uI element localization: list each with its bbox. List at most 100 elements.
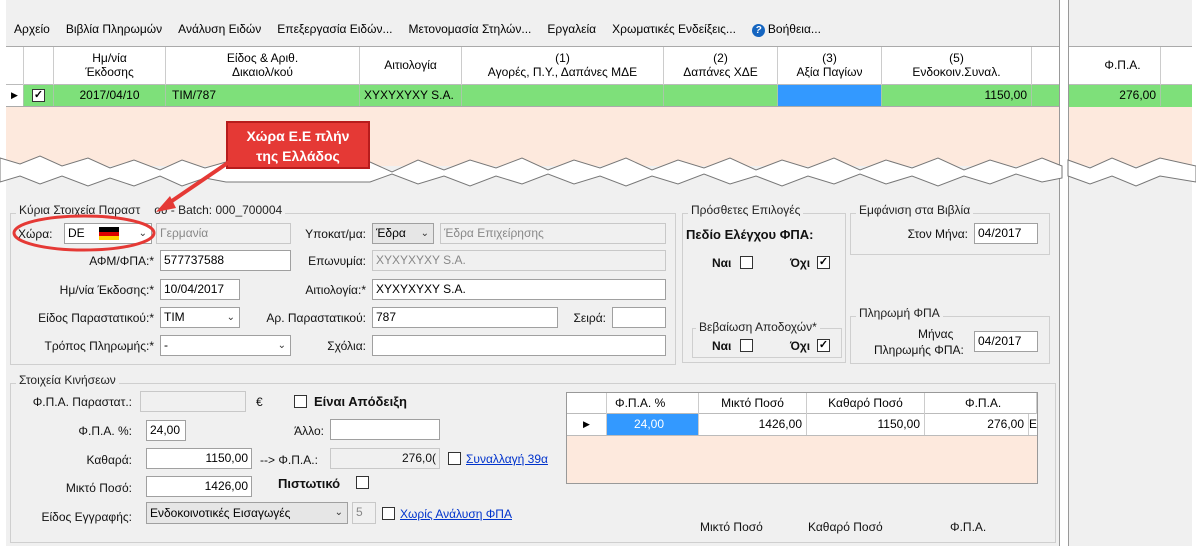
income-no-label: Όχι [790, 339, 811, 353]
vat-check-yes-checkbox[interactable] [740, 256, 753, 269]
credit-checkbox[interactable] [356, 476, 369, 489]
torn-edge-divider [0, 155, 1196, 187]
vat-row-pct[interactable]: 24,00 [607, 414, 699, 435]
grid-header-intracommunity[interactable]: (5) Ενδοκοιν.Συναλ. [882, 47, 1032, 85]
grid-header-expenses[interactable]: (2) Δαπάνες ΧΔΕ [664, 47, 778, 85]
country-name-field: Γερμανία [156, 223, 291, 244]
country-select[interactable]: DE ⌄ [64, 223, 152, 244]
entry-number-field: 5 [352, 502, 376, 524]
arrow-vat-label: --> Φ.Π.Α.: [260, 453, 318, 467]
grid-header-purchases[interactable]: (1) Αγορές, Π.Υ., Δαπάνες ΜΔΕ [462, 47, 664, 85]
grid-header-assets[interactable]: (3) Αξία Παγίων [778, 47, 882, 85]
menu-help[interactable]: ? Βοήθεια... [744, 22, 829, 37]
menu-edit-items[interactable]: Επεξεργασία Ειδών... [269, 22, 400, 36]
entry-type-select[interactable]: Ενδοκοινοτικές Εισαγωγές ⌄ [146, 502, 348, 524]
menu-bar: Αρχείο Βιβλία Πληρωμών Ανάλυση Ειδών Επε… [6, 18, 1059, 40]
name-label: Επωνυμία: [308, 254, 366, 268]
afm-label: ΑΦΜ/ΦΠΑ:* [89, 254, 154, 268]
payment-label: Τρόπος Πληρωμής:* [44, 339, 154, 353]
vat-row-net[interactable]: 1150,00 [807, 414, 925, 435]
vat-table-header-gross[interactable]: Μικτό Ποσό [699, 393, 807, 414]
chevron-down-icon: ⌄ [138, 228, 147, 239]
menu-rename-columns[interactable]: Μετονομασία Στηλών... [400, 22, 539, 36]
vat-footer-vat: Φ.Π.Α. [950, 520, 987, 534]
grid-header-reason[interactable]: Αιτιολογία [360, 47, 462, 85]
grid-header-doc[interactable]: Είδος & Αριθ. Δικαιολ/κού [166, 47, 360, 85]
net-field[interactable]: 1150,00 [146, 448, 252, 469]
right-row-vat[interactable]: 276,00 [1085, 85, 1161, 106]
comments-label: Σχόλια: [327, 339, 366, 353]
no-analysis-link[interactable]: Χωρίς Ανάλυση ΦΠΑ [400, 507, 512, 521]
row-checkbox[interactable]: ✓ [32, 89, 45, 102]
vat-pct-field[interactable]: 24,00 [146, 420, 186, 441]
row-select-cell[interactable]: ✓ [24, 85, 54, 106]
vat-table-header-net[interactable]: Καθαρό Ποσό [807, 393, 925, 414]
table-row[interactable]: ▶ ✓ 2017/04/10 TIM/787 XYXYXYXY S.A. 115… [6, 85, 1059, 107]
table-row[interactable]: 276,00 [1069, 85, 1192, 107]
row-intracommunity[interactable]: 1150,00 [882, 85, 1032, 106]
series-label: Σειρά: [573, 311, 606, 325]
other-label: Άλλο: [294, 424, 324, 438]
chevron-down-icon: ⌄ [420, 228, 429, 239]
other-field[interactable] [330, 419, 440, 440]
issue-date-label: Ημ/νία Έκδοσης:* [59, 283, 154, 297]
right-grid-header-vat[interactable]: Φ.Π.Α. [1085, 47, 1161, 85]
menu-tools[interactable]: Εργαλεία [539, 22, 604, 36]
name-field: XYXYXYXY S.A. [372, 250, 666, 271]
callout-line-1: Χώρα Ε.Ε πλήν [246, 128, 350, 144]
vat-check-label: Πεδίο Ελέγχου ΦΠΑ: [686, 227, 814, 242]
tx39-checkbox[interactable] [448, 452, 461, 465]
menu-file[interactable]: Αρχείο [6, 22, 58, 36]
series-field[interactable] [612, 307, 666, 328]
grid-check-header [24, 47, 54, 85]
row-expenses[interactable] [664, 85, 778, 106]
books-month-label: Στον Μήνα: [907, 227, 968, 241]
gross-field[interactable]: 1426,00 [146, 476, 252, 497]
issue-date-field[interactable]: 10/04/2017 [160, 279, 240, 300]
reason-label: Αιτιολογία:* [305, 283, 366, 297]
vat-payment-month-field[interactable]: 04/2017 [974, 331, 1038, 352]
menu-color-hints[interactable]: Χρωματικές Ενδείξεις... [604, 22, 744, 36]
docno-field[interactable]: 787 [372, 307, 558, 328]
receipt-checkbox[interactable] [294, 395, 307, 408]
vat-check-no-checkbox[interactable]: ✓ [817, 256, 830, 269]
income-no-checkbox[interactable]: ✓ [817, 339, 830, 352]
vat-table-header-vat[interactable]: Φ.Π.Α. [925, 393, 1037, 414]
subcat-select[interactable]: Έδρα ⌄ [372, 223, 434, 244]
right-crop-window: Φ.Π.Α. 276,00 [1068, 0, 1192, 546]
row-assets-selected[interactable] [778, 85, 882, 106]
vat-row-vat[interactable]: 276,00 [925, 414, 1029, 435]
menu-item-analysis[interactable]: Ανάλυση Ειδών [170, 22, 269, 36]
vat-footer-gross: Μικτό Ποσό [700, 520, 763, 534]
grid-header-date[interactable]: Ημ/νία Έκδοσης [54, 47, 166, 85]
vat-table-header-pct[interactable]: Φ.Π.Α. % [607, 393, 699, 414]
no-analysis-checkbox[interactable] [382, 507, 395, 520]
vat-pct-label: Φ.Π.Α. %: [78, 424, 132, 438]
vat-row-gross[interactable]: 1426,00 [699, 414, 807, 435]
callout-line-2: της Ελλάδος [256, 148, 340, 164]
income-yes-checkbox[interactable] [740, 339, 753, 352]
grid-header: Ημ/νία Έκδοσης Είδος & Αριθ. Δικαιολ/κού… [6, 47, 1059, 85]
chevron-down-icon: ⌄ [334, 507, 343, 518]
doctype-select[interactable]: TIM ⌄ [160, 307, 240, 328]
docno-label: Αρ. Παραστατικού: [266, 311, 366, 325]
row-reason[interactable]: XYXYXYXY S.A. [360, 85, 462, 106]
reason-field[interactable]: XYXYXYXY S.A. [372, 279, 666, 300]
receipt-label: Είναι Απόδειξη [314, 394, 407, 409]
table-row[interactable]: ▶ 24,00 1426,00 1150,00 276,00 Ε [567, 414, 1037, 436]
books-month-field[interactable]: 04/2017 [974, 223, 1038, 244]
movements-title: Στοιχεία Κινήσεων [16, 373, 119, 387]
tx39-link[interactable]: Συναλλαγή 39α [466, 452, 548, 466]
row-purchases[interactable] [462, 85, 664, 106]
row-doc[interactable]: TIM/787 [166, 85, 360, 106]
payment-select[interactable]: - ⌄ [160, 335, 291, 356]
vat-payment-label-1: Μήνας [918, 327, 954, 341]
afm-field[interactable]: 577737588 [160, 250, 291, 271]
vat-footer-net: Καθαρό Ποσό [808, 520, 883, 534]
gross-label: Μικτό Ποσό: [65, 481, 132, 495]
row-date[interactable]: 2017/04/10 [54, 85, 166, 106]
chevron-down-icon: ⌄ [277, 340, 286, 351]
comments-field[interactable] [372, 335, 666, 356]
credit-label: Πιστωτικό [278, 476, 341, 491]
menu-payment-books[interactable]: Βιβλία Πληρωμών [58, 22, 170, 36]
